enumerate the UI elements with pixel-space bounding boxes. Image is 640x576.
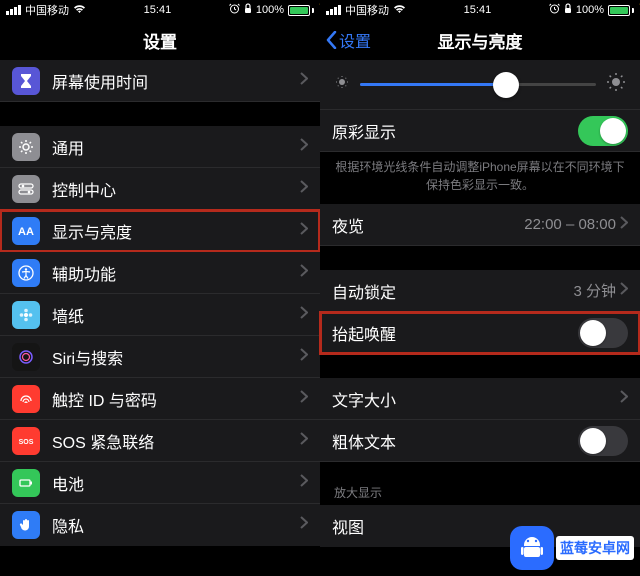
chevron-right-icon <box>300 516 308 534</box>
hand-icon <box>12 511 40 539</box>
battery-pct: 100% <box>576 4 604 16</box>
nav-bar: 设置 <box>0 20 320 60</box>
brightness-slider-row <box>320 60 640 110</box>
aa-icon: AA <box>12 217 40 245</box>
lock-icon <box>564 3 572 17</box>
chevron-right-icon <box>620 282 628 300</box>
alarm-icon <box>229 3 240 17</box>
chevron-right-icon <box>300 390 308 408</box>
watermark-logo-icon <box>510 526 554 570</box>
chevron-right-icon <box>300 180 308 198</box>
row-auto-lock[interactable]: 自动锁定 3 分钟 <box>320 270 640 312</box>
battery-icon: ⚡ <box>288 5 314 16</box>
settings-screen: 中国移动 15:41 100% ⚡ 设置 屏幕使用时间 通用 <box>0 0 320 576</box>
row-accessibility[interactable]: 辅助功能 <box>0 252 320 294</box>
chevron-right-icon <box>300 138 308 156</box>
bold-text-toggle[interactable] <box>578 426 628 456</box>
status-bar: 中国移动 15:41 100% ⚡ <box>320 0 640 20</box>
signal-icon <box>6 5 21 15</box>
chevron-right-icon <box>620 216 628 234</box>
flower-icon <box>12 301 40 329</box>
battery-icon: ⚡ <box>608 5 634 16</box>
chevron-right-icon <box>300 474 308 492</box>
battery-icon <box>12 469 40 497</box>
svg-text:AA: AA <box>18 226 34 238</box>
row-siri[interactable]: Siri与搜索 <box>0 336 320 378</box>
display-list[interactable]: 原彩显示 根据环境光线条件自动调整iPhone屏幕以在不同环境下保持色彩显示一致… <box>320 60 640 576</box>
row-control-center[interactable]: 控制中心 <box>0 168 320 210</box>
chevron-right-icon <box>300 264 308 282</box>
chevron-right-icon <box>300 72 308 90</box>
row-privacy[interactable]: 隐私 <box>0 504 320 546</box>
row-raise-to-wake: 抬起唤醒 <box>320 312 640 354</box>
accessibility-icon <box>12 259 40 287</box>
switch-icon <box>12 175 40 203</box>
row-display-brightness[interactable]: AA 显示与亮度 <box>0 210 320 252</box>
settings-list[interactable]: 屏幕使用时间 通用 控制中心 AA 显示与亮度 辅助功能 <box>0 60 320 576</box>
back-button[interactable]: 设置 <box>326 28 371 52</box>
row-night-shift[interactable]: 夜览 22:00 – 08:00 <box>320 204 640 246</box>
chevron-right-icon <box>300 348 308 366</box>
carrier-label: 中国移动 <box>345 2 389 18</box>
row-sos[interactable]: SOS SOS 紧急联络 <box>0 420 320 462</box>
wifi-icon <box>73 4 86 17</box>
battery-pct: 100% <box>256 4 284 16</box>
hourglass-icon <box>12 67 40 95</box>
raise-to-wake-toggle[interactable] <box>578 318 628 348</box>
true-tone-note: 根据环境光线条件自动调整iPhone屏幕以在不同环境下保持色彩显示一致。 <box>320 152 640 204</box>
brightness-slider[interactable] <box>360 71 596 99</box>
row-true-tone: 原彩显示 <box>320 110 640 152</box>
svg-text:SOS: SOS <box>19 439 34 446</box>
wifi-icon <box>393 4 406 17</box>
row-wallpaper[interactable]: 墙纸 <box>0 294 320 336</box>
status-bar: 中国移动 15:41 100% ⚡ <box>0 0 320 20</box>
siri-icon <box>12 343 40 371</box>
signal-icon <box>326 5 341 15</box>
row-screen-time[interactable]: 屏幕使用时间 <box>0 60 320 102</box>
watermark: 蓝莓安卓网 <box>510 526 634 570</box>
nav-bar: 设置 显示与亮度 <box>320 20 640 60</box>
fingerprint-icon <box>12 385 40 413</box>
chevron-left-icon <box>326 31 337 49</box>
watermark-text: 蓝莓安卓网 <box>556 536 634 560</box>
page-title: 显示与亮度 <box>438 28 523 53</box>
display-brightness-screen: 中国移动 15:41 100% ⚡ 设置 显示与亮度 <box>320 0 640 576</box>
carrier-label: 中国移动 <box>25 2 69 18</box>
chevron-right-icon <box>620 390 628 408</box>
sos-icon: SOS <box>12 427 40 455</box>
alarm-icon <box>549 3 560 17</box>
row-touch-id[interactable]: 触控 ID 与密码 <box>0 378 320 420</box>
row-general[interactable]: 通用 <box>0 126 320 168</box>
gear-icon <box>12 133 40 161</box>
row-bold-text: 粗体文本 <box>320 420 640 462</box>
true-tone-toggle[interactable] <box>578 116 628 146</box>
row-text-size[interactable]: 文字大小 <box>320 378 640 420</box>
clock: 15:41 <box>464 4 492 16</box>
chevron-right-icon <box>300 432 308 450</box>
sun-min-icon <box>334 74 350 95</box>
lock-icon <box>244 3 252 17</box>
clock: 15:41 <box>144 4 172 16</box>
chevron-right-icon <box>300 306 308 324</box>
page-title: 设置 <box>143 28 177 53</box>
zoom-header: 放大显示 <box>320 476 640 505</box>
sun-max-icon <box>606 72 626 97</box>
chevron-right-icon <box>300 222 308 240</box>
row-battery[interactable]: 电池 <box>0 462 320 504</box>
